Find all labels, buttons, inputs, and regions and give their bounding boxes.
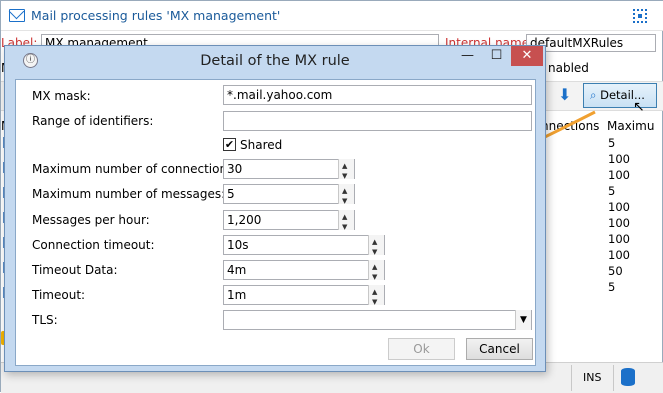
messages-per-hour-input[interactable]: 1,200: [223, 210, 355, 234]
table-cell: 100: [608, 232, 630, 246]
shared-label: Shared: [240, 138, 283, 152]
max-messages-input[interactable]: 5: [223, 184, 355, 208]
column-header-maximum[interactable]: Maximu: [607, 119, 654, 133]
table-cell: 100: [608, 200, 630, 214]
dialog-title-bar: ⓘ Detail of the MX rule — ☐ ✕: [5, 46, 545, 76]
table-cell: 5: [608, 184, 616, 198]
maximize-button[interactable]: ☐: [482, 46, 511, 66]
mx-mask-input[interactable]: *.mail.yahoo.com: [223, 85, 532, 105]
max-connections-value: 30: [227, 162, 243, 176]
range-label: Range of identifiers:: [32, 114, 154, 128]
tls-select[interactable]: ▼: [223, 310, 532, 330]
mx-rule-dialog: ⓘ Detail of the MX rule — ☐ ✕ MX mask: *…: [4, 45, 546, 372]
minimize-button[interactable]: —: [453, 46, 482, 66]
messages-per-hour-value: 1,200: [227, 213, 262, 227]
window-title: Mail processing rules 'MX management': [31, 8, 281, 23]
table-cell: 5: [608, 280, 616, 294]
timeout-data-value: 4m: [227, 263, 247, 277]
max-messages-label: Maximum number of messages:: [32, 187, 226, 201]
range-input[interactable]: [223, 111, 532, 131]
spinner[interactable]: [368, 285, 384, 309]
mouse-cursor-icon: ↖: [633, 99, 645, 115]
table-cell: 100: [608, 152, 630, 166]
spinner[interactable]: [338, 210, 354, 234]
timeout-data-input[interactable]: 4m: [223, 260, 385, 284]
messages-per-hour-label: Messages per hour:: [32, 213, 150, 227]
maximize-icon[interactable]: [633, 9, 647, 23]
timeout-label: Timeout:: [32, 288, 86, 302]
max-messages-value: 5: [227, 187, 235, 201]
connection-timeout-value: 10s: [227, 238, 249, 252]
dialog-title: Detail of the MX rule: [200, 53, 350, 69]
chevron-down-icon[interactable]: ▼: [515, 310, 531, 330]
max-connections-input[interactable]: 30: [223, 159, 355, 183]
background-title-bar: Mail processing rules 'MX management': [1, 1, 663, 31]
database-icon[interactable]: [621, 368, 635, 386]
app-icon: ⓘ: [23, 53, 38, 68]
spinner[interactable]: [338, 159, 354, 183]
connection-timeout-input[interactable]: 10s: [223, 235, 385, 259]
spinner[interactable]: [368, 260, 384, 284]
insert-mode-indicator: INS: [583, 371, 602, 384]
max-connections-label: Maximum number of connections:: [32, 162, 238, 176]
cancel-button[interactable]: Cancel: [466, 338, 533, 360]
timeout-data-label: Timeout Data:: [32, 263, 118, 277]
shared-checkbox[interactable]: ✔: [223, 138, 236, 151]
spinner[interactable]: [368, 235, 384, 259]
table-cell: 50: [608, 264, 623, 278]
envelope-icon: [9, 9, 25, 22]
close-button[interactable]: ✕: [511, 46, 543, 66]
timeout-input[interactable]: 1m: [223, 285, 385, 309]
enabled-label: nabled: [548, 61, 589, 75]
tls-label: TLS:: [32, 313, 58, 327]
connection-timeout-label: Connection timeout:: [32, 238, 155, 252]
ok-button[interactable]: Ok: [388, 338, 455, 360]
spinner[interactable]: [338, 184, 354, 208]
table-cell: 100: [608, 216, 630, 230]
table-cell: 100: [608, 168, 630, 182]
table-cell: 100: [608, 248, 630, 262]
dialog-body: MX mask: *.mail.yahoo.com Range of ident…: [15, 79, 536, 366]
mx-mask-label: MX mask:: [32, 89, 91, 103]
timeout-value: 1m: [227, 288, 247, 302]
